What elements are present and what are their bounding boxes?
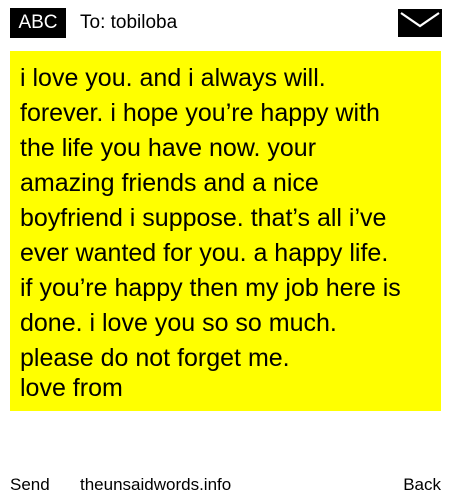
envelope-icon[interactable] <box>398 9 442 37</box>
softkey-bar: Send theunsaidwords.info Back <box>0 470 450 500</box>
message-body: i love you. and i always will. forever. … <box>20 64 401 372</box>
recipient-label: To: tobiloba <box>80 12 178 33</box>
message-header: ABC To: tobiloba <box>0 0 450 44</box>
site-link[interactable]: theunsaidwords.info <box>80 470 231 500</box>
send-button[interactable]: Send <box>10 470 50 500</box>
message-box: i love you. and i always will. forever. … <box>10 51 441 411</box>
message-sign-off: love from <box>20 374 123 402</box>
input-mode-button[interactable]: ABC <box>10 8 66 38</box>
back-button[interactable]: Back <box>403 470 441 500</box>
